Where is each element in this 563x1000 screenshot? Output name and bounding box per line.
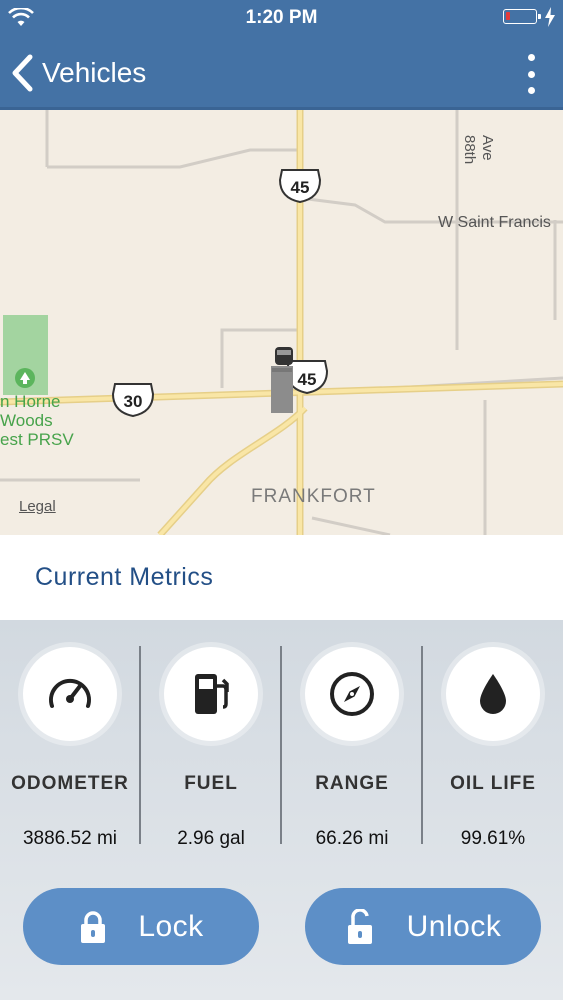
vehicle-map[interactable]: 45 45 30 88th Ave W Saint Francis n Horn… [0, 110, 563, 535]
route-45-label: 45 [298, 370, 317, 389]
street-label-saint-francis: W Saint Francis [438, 214, 551, 231]
map-canvas[interactable]: 45 45 30 88th Ave W Saint Francis n Horn… [0, 110, 563, 535]
metric-fuel: FUEL 2.96 gal [141, 620, 281, 850]
fuel-pump-icon [195, 674, 229, 714]
current-metrics-header: Current Metrics [0, 535, 563, 620]
lock-button[interactable]: Lock [23, 888, 259, 965]
svg-text:Ave: Ave [479, 135, 496, 161]
town-label-frankfort: FRANKFORT [251, 486, 376, 507]
metric-value: 3886.52 mi [22, 828, 117, 849]
route-45-label: 45 [291, 178, 310, 197]
more-dot-icon [527, 70, 535, 78]
speedometer-icon [49, 678, 91, 708]
lock-label: Lock [138, 909, 204, 943]
chevron-left-icon [12, 54, 33, 92]
battery-icon [503, 9, 541, 24]
truck-marker-icon[interactable] [271, 347, 293, 413]
lock-open-icon [347, 908, 372, 944]
preserve-label: n Horne Woods est PRSV [0, 392, 74, 449]
metrics-panel: ODOMETER 3886.52 mi FUEL 2.96 gal RANGE … [0, 620, 563, 1000]
metric-range: RANGE 66.26 mi [282, 620, 422, 850]
street-label-88th-ave: 88th Ave [461, 135, 496, 164]
svg-text:88th: 88th [461, 135, 478, 164]
metric-label: OIL LIFE [450, 773, 536, 794]
metric-label: ODOMETER [11, 773, 129, 794]
legal-link[interactable]: Legal [19, 498, 56, 515]
route-45-shield-top: 45 [278, 169, 322, 204]
charging-bolt-icon [545, 7, 555, 27]
more-dot-icon [527, 87, 535, 94]
metric-value: 66.26 mi [315, 828, 389, 849]
metric-label: RANGE [315, 773, 389, 794]
metric-odometer: ODOMETER 3886.52 mi [0, 620, 140, 850]
back-label: Vehicles [42, 57, 147, 88]
odometer-icon-circle [23, 647, 117, 741]
metric-oil-life: OIL LIFE 99.61% [423, 620, 563, 850]
oil-icon-circle [446, 647, 540, 741]
fuel-icon-circle [164, 647, 258, 741]
more-options-button[interactable] [521, 54, 541, 94]
status-time: 1:20 PM [245, 7, 318, 28]
oil-drop-icon [480, 674, 506, 714]
section-title: Current Metrics [35, 563, 214, 591]
lock-closed-icon [81, 910, 106, 943]
more-dot-icon [527, 54, 535, 61]
unlock-label: Unlock [406, 909, 502, 943]
metric-label: FUEL [184, 773, 238, 794]
route-30-shield: 30 [111, 383, 155, 418]
metric-value: 99.61% [460, 828, 526, 849]
route-30-label: 30 [124, 392, 143, 411]
range-icon-circle [305, 647, 399, 741]
unlock-button[interactable]: Unlock [305, 888, 541, 965]
compass-icon [330, 672, 374, 716]
metric-value: 2.96 gal [177, 828, 245, 849]
back-button[interactable]: Vehicles [10, 50, 146, 96]
status-bar: 1:20 PM [0, 0, 563, 36]
navigation-bar: Vehicles [0, 36, 563, 110]
park-marker-icon [15, 368, 35, 388]
